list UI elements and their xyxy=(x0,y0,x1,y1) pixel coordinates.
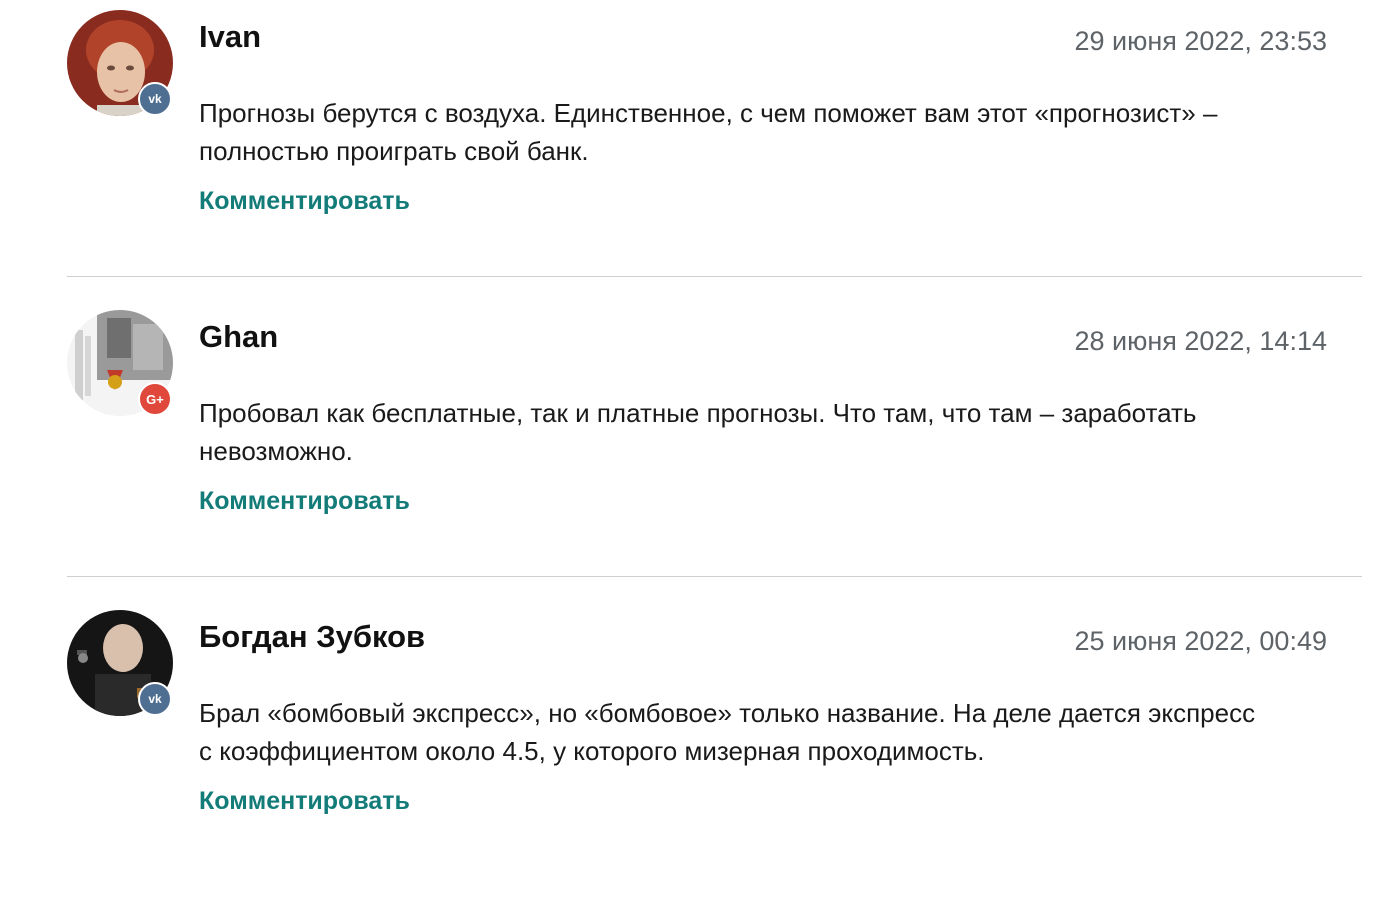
comment-text: Брал «бомбовый экспресс», но «бомбовое» … xyxy=(199,698,1256,766)
comment-author[interactable]: Ghan xyxy=(199,317,278,357)
google-plus-icon: G+ xyxy=(138,382,172,416)
reply-button[interactable]: Комментировать xyxy=(199,784,410,818)
comment-divider xyxy=(67,276,1362,277)
reply-button[interactable]: Комментировать xyxy=(199,184,410,218)
comment-date: 29 июня 2022, 23:53 xyxy=(1074,26,1327,56)
avatar-container: vk xyxy=(67,10,173,116)
comment-text: Прогнозы берутся с воздуха. Единственное… xyxy=(199,98,1218,166)
comment-date: 25 июня 2022, 00:49 xyxy=(1074,626,1327,656)
comment-divider xyxy=(67,576,1362,577)
comment-author[interactable]: Богдан Зубков xyxy=(199,617,425,657)
comment-text: Пробовал как бесплатные, так и платные п… xyxy=(199,398,1197,466)
comment-item: vk Ivan 29 июня 2022, 23:53 Прогнозы бер… xyxy=(0,0,1381,300)
comment-item: vk Богдан Зубков 25 июня 2022, 00:49 Бра… xyxy=(0,600,1381,900)
comment-date: 28 июня 2022, 14:14 xyxy=(1074,326,1327,356)
comment-author[interactable]: Ivan xyxy=(199,17,261,57)
avatar-container: G+ xyxy=(67,310,173,416)
avatar-container: vk xyxy=(67,610,173,716)
comment-item: G+ Ghan 28 июня 2022, 14:14 Пробовал как… xyxy=(0,300,1381,600)
vk-icon: vk xyxy=(138,682,172,716)
vk-icon: vk xyxy=(138,82,172,116)
reply-button[interactable]: Комментировать xyxy=(199,484,410,518)
